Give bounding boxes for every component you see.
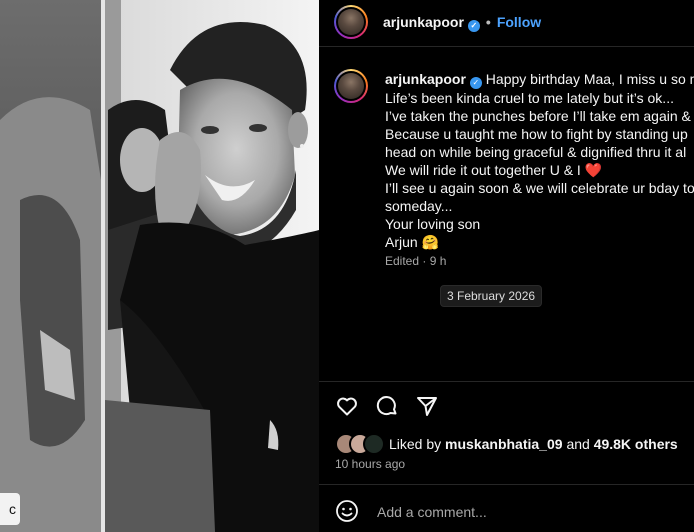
- liker-username-link[interactable]: muskanbhatia_09: [445, 436, 563, 452]
- heart-outline-icon[interactable]: [335, 394, 359, 418]
- caption-line-with-heart: We will ride it out together U & I ❤️: [385, 161, 694, 179]
- verified-badge-icon: ✓: [467, 20, 480, 32]
- post-details-panel: arjunkapoor ✓ • Follow arjunkapoor ✓ Happy b…: [319, 0, 694, 532]
- smiley-icon[interactable]: [335, 499, 359, 523]
- liker-avatars[interactable]: [335, 433, 389, 455]
- actions-divider: [319, 381, 694, 382]
- verified-badge-icon: ✓: [469, 77, 482, 89]
- comment-input[interactable]: [375, 499, 679, 525]
- red-heart-emoji: ❤️: [584, 162, 603, 178]
- caption-line: Happy birthday Maa, I miss u so m: [485, 71, 694, 87]
- post-timestamp[interactable]: 10 hours ago: [335, 457, 405, 471]
- post-header: arjunkapoor ✓ • Follow: [383, 14, 541, 32]
- edited-time: 9 h: [429, 254, 447, 268]
- caption-line: I’ll see u again soon & we will celebrat…: [385, 180, 694, 196]
- edited-label: Edited: [385, 254, 420, 268]
- date-chip: 3 February 2026: [440, 285, 543, 307]
- caption-line: I’ve taken the punches before I’ll take …: [385, 108, 691, 124]
- meta-separator: ·: [422, 254, 427, 268]
- comment-divider: [319, 484, 694, 485]
- caption-line: someday...: [385, 198, 453, 214]
- likes-count-link[interactable]: 49.8K others: [594, 436, 678, 452]
- author-avatar[interactable]: [334, 5, 368, 39]
- caption-meta: Edited · 9 h: [385, 254, 446, 268]
- caption-line: We will ride it out together U & I: [385, 162, 581, 178]
- caption-line: head on while being graceful & dignified…: [385, 144, 687, 160]
- caption-first-line: arjunkapoor ✓ Happy birthday Maa, I miss …: [385, 70, 694, 89]
- caption-line: Your loving son: [385, 216, 481, 232]
- caption-username-link[interactable]: arjunkapoor: [385, 71, 466, 87]
- hugging-face-emoji: 🤗: [421, 234, 440, 250]
- caption-line: Arjun: [385, 234, 418, 250]
- caption-line: Life’s been kinda cruel to me lately but…: [385, 90, 674, 106]
- header-divider: [319, 46, 694, 47]
- author-username-link[interactable]: arjunkapoor: [383, 14, 464, 30]
- caption-signoff: Arjun 🤗: [385, 233, 694, 251]
- likes-summary: Liked by muskanbhatia_09 and 49.8K other…: [389, 436, 678, 452]
- header-separator: •: [485, 14, 491, 30]
- photo-edge-label: c: [0, 493, 20, 525]
- caption-author-avatar[interactable]: [334, 69, 368, 103]
- likes-prefix: Liked by: [389, 436, 442, 452]
- caption-line: Because u taught me how to fight by stan…: [385, 126, 688, 142]
- comment-row: [335, 497, 680, 525]
- follow-button[interactable]: Follow: [497, 14, 541, 30]
- likes-and: and: [566, 436, 590, 452]
- comment-bubble-icon[interactable]: [375, 394, 399, 418]
- paper-plane-icon[interactable]: [415, 394, 439, 418]
- post-photo[interactable]: c: [0, 0, 319, 532]
- post-caption: arjunkapoor ✓ Happy birthday Maa, I miss …: [385, 70, 694, 251]
- liker-avatar: [363, 433, 385, 455]
- post-image-grayscale: [0, 0, 319, 532]
